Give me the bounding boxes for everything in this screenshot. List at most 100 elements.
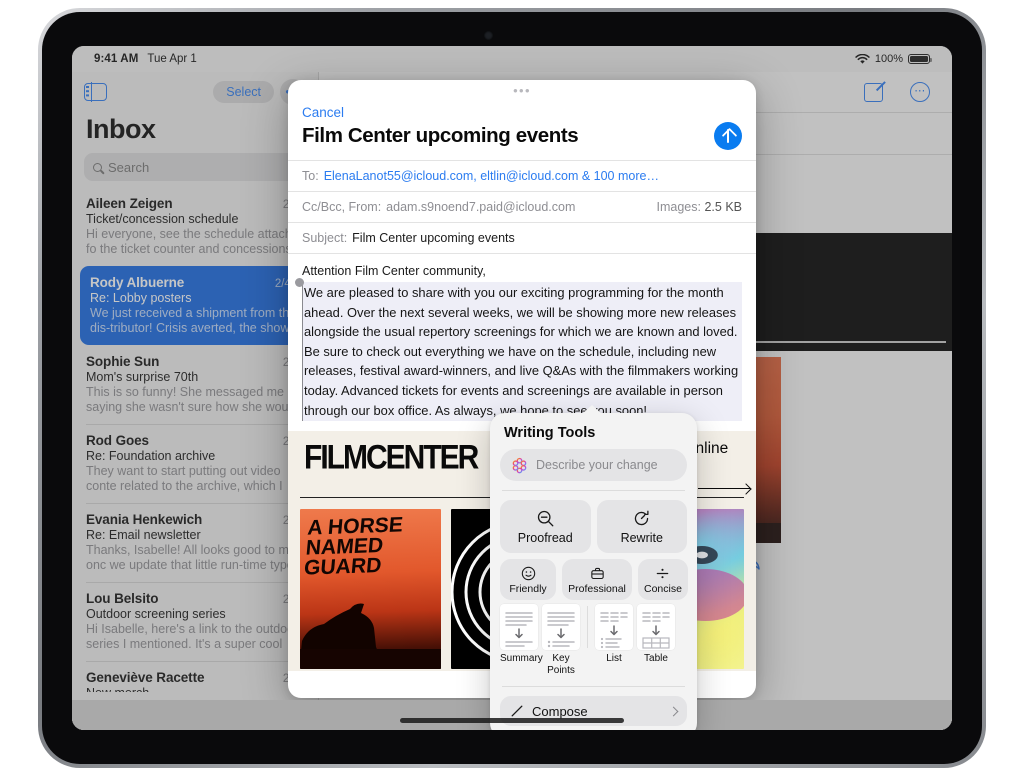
list-item-sender: Rody Albuerne bbox=[90, 275, 185, 290]
list-item-preview: They want to start putting out video con… bbox=[86, 464, 283, 493]
status-bar-left: 9:41 AM Tue Apr 1 bbox=[94, 53, 197, 65]
writing-tools-title: Writing Tools bbox=[504, 425, 596, 441]
divider bbox=[502, 686, 685, 687]
list-item[interactable]: Aileen Zeigen 2/4/ Ticket/concession sch… bbox=[86, 188, 318, 266]
compose-icon[interactable] bbox=[864, 82, 884, 102]
smiley-face-icon bbox=[506, 565, 550, 582]
mail-list-pane: Select ••• Inbox Search Aileen Zeigen 2/… bbox=[72, 72, 319, 730]
key-points-label: Key Points bbox=[547, 653, 575, 676]
list-item-preview: Hi Isabelle, here's a link to the outdoo… bbox=[86, 622, 299, 651]
status-bar-right: 100% bbox=[855, 53, 932, 65]
table-doc-icon bbox=[637, 604, 675, 650]
list-item-preview: We just received a shipment from the dis… bbox=[90, 306, 296, 335]
divider bbox=[587, 606, 588, 648]
professional-label: Professional bbox=[568, 583, 626, 595]
images-size: 2.5 KB bbox=[704, 200, 742, 214]
list-item-sender: Rod Goes bbox=[86, 433, 149, 448]
concise-button[interactable]: Concise bbox=[638, 559, 688, 600]
subject-value[interactable]: Film Center upcoming events bbox=[352, 231, 515, 245]
from-address[interactable]: adam.s9noend7.paid@icloud.com bbox=[386, 200, 575, 214]
mail-list[interactable]: Aileen Zeigen 2/4/ Ticket/concession sch… bbox=[72, 188, 318, 692]
front-camera bbox=[484, 31, 493, 40]
pencil-icon bbox=[511, 705, 523, 717]
email-body-wrap: We are pleased to share with you our exc… bbox=[288, 278, 756, 422]
list-doc-icon bbox=[595, 604, 633, 650]
list-item[interactable]: Rod Goes 2/4/ Re: Foundation archive The… bbox=[86, 424, 318, 503]
to-recipients[interactable]: ElenaLanot55@icloud.com, eltlin@icloud.c… bbox=[324, 169, 659, 183]
list-button[interactable]: List bbox=[595, 604, 633, 665]
rewrite-button[interactable]: Rewrite bbox=[596, 500, 688, 553]
text-selection-handle[interactable] bbox=[295, 278, 304, 287]
more-icon[interactable]: ⋯ bbox=[910, 82, 930, 102]
list-item-preview: Hi everyone, see the schedule attached f… bbox=[86, 227, 306, 256]
ios-root: 9:41 AM Tue Apr 1 100% Select Inbox Sear… bbox=[72, 46, 952, 730]
list-item[interactable]: Rody Albuerne 2/4/ Re: Lobby posters We … bbox=[80, 266, 310, 345]
home-indicator[interactable] bbox=[400, 718, 624, 723]
list-item[interactable]: Sophie Sun 2/4/ Mom's surprise 70th This… bbox=[86, 345, 318, 424]
mail-list-toolbar: Select ••• bbox=[72, 72, 318, 112]
select-button[interactable]: Select bbox=[213, 81, 274, 103]
list-label: List bbox=[606, 653, 622, 664]
list-item-sender: Geneviève Racette bbox=[86, 670, 205, 685]
proofread-button[interactable]: Proofread bbox=[500, 500, 591, 553]
divider bbox=[502, 490, 685, 491]
images-size-info: Images: 2.5 KB bbox=[657, 200, 742, 214]
search-input[interactable]: Search bbox=[84, 153, 306, 181]
list-item-sender: Sophie Sun bbox=[86, 354, 160, 369]
writing-tools-format-row: Summary Key Points List Table bbox=[500, 604, 687, 677]
arrow-right-icon bbox=[698, 487, 750, 490]
list-item[interactable]: Lou Belsito 2/4/ Outdoor screening serie… bbox=[86, 582, 318, 661]
images-label: Images: bbox=[656, 200, 701, 214]
poster-image-horse[interactable]: A HORSE NAMED GUARD bbox=[300, 509, 442, 670]
filmcenter-logo: FILMCENTER bbox=[304, 438, 479, 477]
proofread-label: Proofread bbox=[517, 531, 573, 545]
concise-label: Concise bbox=[644, 583, 682, 595]
cancel-button[interactable]: Cancel bbox=[288, 97, 756, 120]
list-item-subject: Mom's surprise 70th bbox=[86, 370, 199, 384]
describe-change-input[interactable]: Describe your change bbox=[500, 449, 687, 481]
to-field[interactable]: To: ElenaLanot55@icloud.com, eltlin@iclo… bbox=[288, 160, 756, 191]
rewrite-clock-icon bbox=[597, 509, 688, 528]
list-item[interactable]: Evania Henkewich 2/4/ Re: Email newslett… bbox=[86, 503, 318, 582]
sidebar-toggle-icon[interactable] bbox=[84, 82, 107, 102]
cc-bcc-from-field[interactable]: Cc/Bcc, From: adam.s9noend7.paid@icloud.… bbox=[288, 191, 756, 222]
list-item-subject: Outdoor screening series bbox=[86, 607, 226, 621]
sheet-grabber-handle[interactable]: ••• bbox=[288, 80, 756, 97]
summary-label: Summary bbox=[500, 653, 543, 664]
table-label: Table bbox=[644, 653, 668, 664]
page-title: Film Center upcoming events bbox=[302, 124, 579, 147]
battery-percent-label: 100% bbox=[874, 53, 903, 65]
friendly-label: Friendly bbox=[509, 583, 547, 595]
key-points-button[interactable]: Key Points bbox=[542, 604, 580, 677]
rewrite-label: Rewrite bbox=[620, 531, 663, 545]
subject-field[interactable]: Subject: Film Center upcoming events bbox=[288, 222, 756, 253]
send-button[interactable] bbox=[714, 122, 742, 150]
wifi-icon bbox=[855, 53, 870, 64]
status-time: 9:41 AM bbox=[94, 53, 139, 65]
divide-icon bbox=[644, 565, 682, 582]
list-item-sender: Aileen Zeigen bbox=[86, 196, 173, 211]
list-item-preview: This is so funny! She messaged me saying… bbox=[86, 385, 299, 414]
status-bar: 9:41 AM Tue Apr 1 100% bbox=[72, 46, 952, 72]
friendly-button[interactable]: Friendly bbox=[500, 559, 556, 600]
list-item-subject: Ticket/concession schedule bbox=[86, 212, 239, 226]
search-icon bbox=[93, 162, 102, 172]
poster-scribble-text: A HORSE NAMED GUARD bbox=[303, 513, 404, 580]
battery-icon bbox=[908, 53, 932, 65]
list-item-subject: Re: Email newsletter bbox=[86, 528, 201, 542]
summary-button[interactable]: Summary bbox=[500, 604, 543, 665]
email-body-text[interactable]: We are pleased to share with you our exc… bbox=[302, 282, 742, 422]
list-item-sender: Lou Belsito bbox=[86, 591, 159, 606]
page-title: Inbox bbox=[86, 114, 156, 144]
writing-tools-primary-row: Proofread Rewrite bbox=[500, 500, 687, 553]
key-points-doc-icon bbox=[542, 604, 580, 650]
professional-button[interactable]: Professional bbox=[562, 559, 632, 600]
writing-tools-tone-row: Friendly Professional Concise bbox=[500, 559, 688, 600]
email-greeting[interactable]: Attention Film Center community, bbox=[288, 254, 756, 282]
list-item[interactable]: Geneviève Racette 2/4/ New merch Hi all!… bbox=[86, 661, 318, 692]
compose-title-row: Film Center upcoming events bbox=[288, 120, 756, 160]
table-button[interactable]: Table bbox=[637, 604, 675, 665]
apple-intelligence-sparkle-icon bbox=[512, 457, 527, 473]
cc-bcc-from-label: Cc/Bcc, From: bbox=[302, 200, 382, 214]
compose-label: Compose bbox=[532, 703, 588, 719]
